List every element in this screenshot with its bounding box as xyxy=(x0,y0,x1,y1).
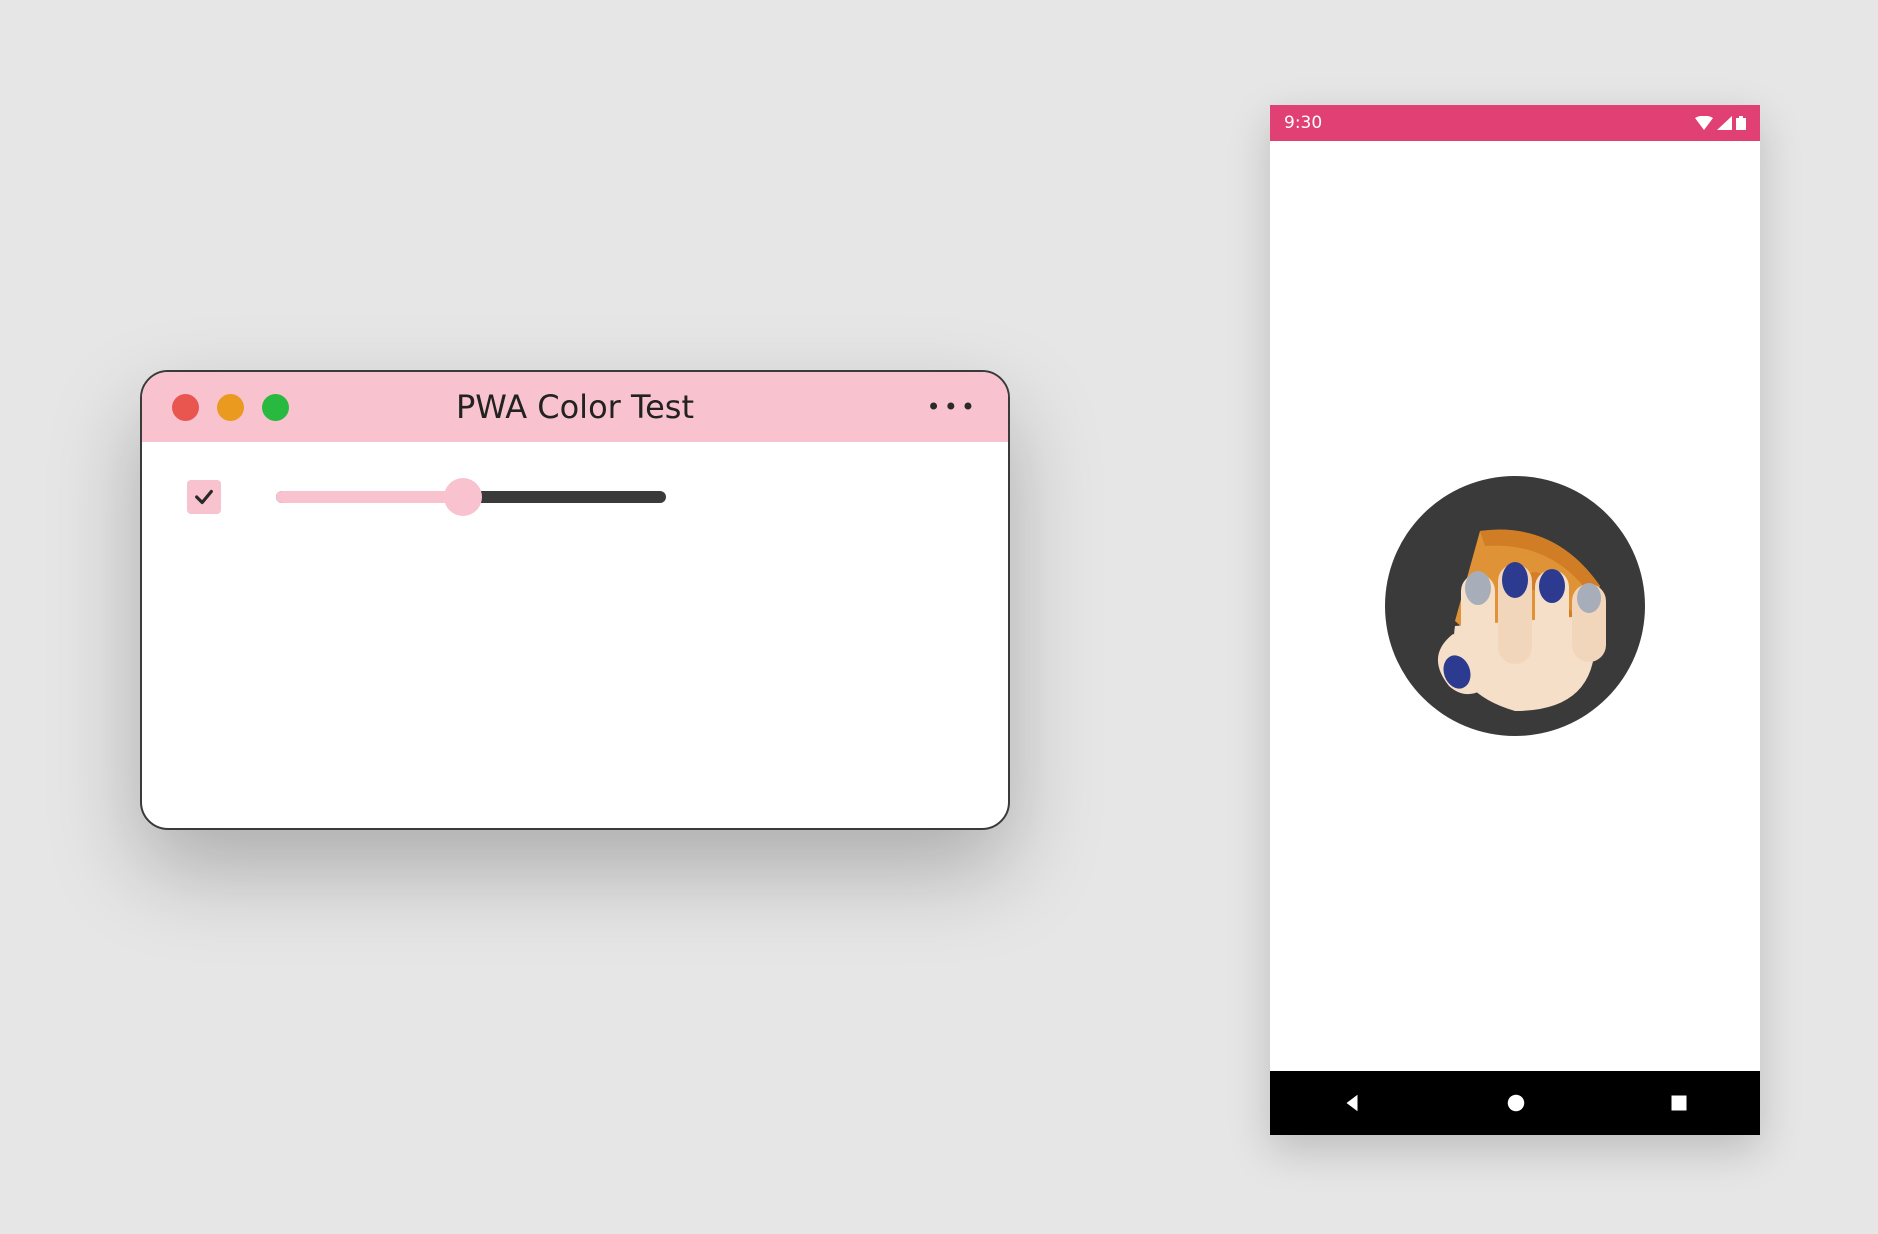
accent-slider[interactable] xyxy=(276,477,666,517)
window-close-button[interactable] xyxy=(172,394,199,421)
wifi-icon xyxy=(1695,116,1713,130)
battery-icon xyxy=(1736,116,1746,130)
slider-track-fill xyxy=(276,491,463,503)
home-icon[interactable] xyxy=(1505,1092,1527,1114)
traffic-lights xyxy=(172,394,289,421)
status-icons xyxy=(1695,116,1746,130)
app-icon xyxy=(1385,476,1645,736)
recents-icon[interactable] xyxy=(1669,1093,1689,1113)
pwa-desktop-window: PWA Color Test ••• xyxy=(140,370,1010,830)
status-time: 9:30 xyxy=(1284,113,1322,133)
titlebar: PWA Color Test ••• xyxy=(142,372,1008,442)
splash-screen xyxy=(1270,141,1760,1071)
overflow-menu-button[interactable]: ••• xyxy=(927,393,978,421)
window-minimize-button[interactable] xyxy=(217,394,244,421)
android-phone: 9:30 xyxy=(1270,105,1760,1135)
checkmark-icon xyxy=(193,486,215,508)
window-body xyxy=(142,442,1008,552)
slider-thumb[interactable] xyxy=(444,478,482,516)
hand-crushing-pizza-icon xyxy=(1385,476,1645,736)
android-nav-bar xyxy=(1270,1071,1760,1135)
back-icon[interactable] xyxy=(1341,1092,1363,1114)
window-maximize-button[interactable] xyxy=(262,394,289,421)
signal-icon xyxy=(1717,116,1732,130)
theme-checkbox[interactable] xyxy=(187,480,221,514)
status-bar: 9:30 xyxy=(1270,105,1760,141)
